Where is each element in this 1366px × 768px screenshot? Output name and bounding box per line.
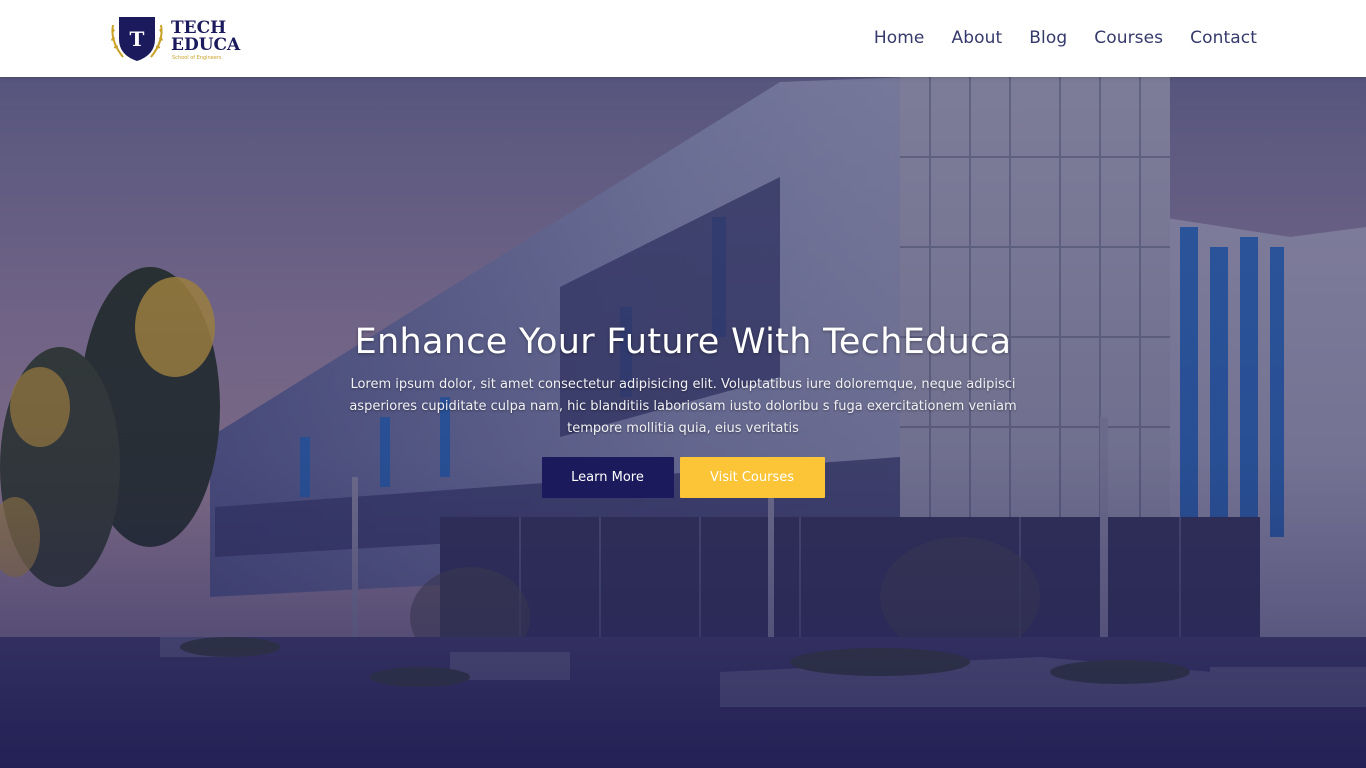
crest-letter: T — [130, 27, 145, 51]
hero-section: Enhance Your Future With TechEduca Lorem… — [0, 77, 1366, 768]
logo-crest-icon: T TECH EDUCA School of Engineers — [111, 17, 241, 61]
nav-home[interactable]: Home — [874, 28, 925, 48]
site-header: T TECH EDUCA School of Engineers Home Ab… — [0, 0, 1366, 77]
nav-about[interactable]: About — [951, 28, 1002, 48]
brand-name-line2: EDUCA — [171, 35, 241, 55]
visit-courses-button[interactable]: Visit Courses — [679, 457, 825, 498]
nav-contact[interactable]: Contact — [1190, 28, 1257, 48]
hero-description: Lorem ipsum dolor, sit amet consectetur … — [349, 377, 1017, 436]
main-nav: Home About Blog Courses Contact — [874, 28, 1257, 48]
hero-buttons: Learn More Visit Courses — [0, 457, 1366, 498]
learn-more-button[interactable]: Learn More — [541, 457, 674, 498]
brand-tagline: School of Engineers — [172, 55, 222, 61]
nav-blog[interactable]: Blog — [1029, 28, 1067, 48]
site-logo[interactable]: T TECH EDUCA School of Engineers — [109, 13, 245, 63]
hero-title: Enhance Your Future With TechEduca — [354, 322, 1012, 362]
nav-courses[interactable]: Courses — [1094, 28, 1163, 48]
hero-content: Enhance Your Future With TechEduca Lorem… — [0, 322, 1366, 498]
